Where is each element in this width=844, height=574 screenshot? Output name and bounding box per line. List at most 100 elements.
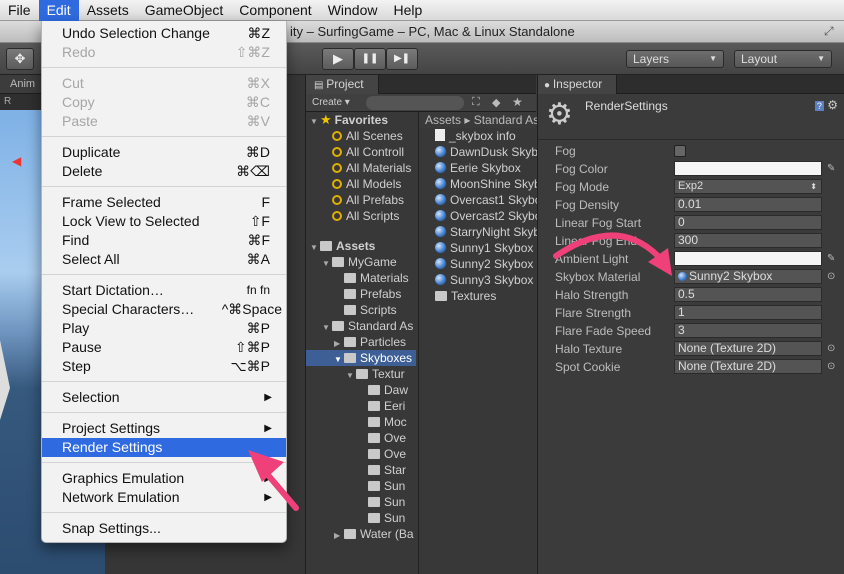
halo-strength-field[interactable]: 0.5: [674, 287, 822, 302]
menu-item-undo[interactable]: Undo Selection Change ⌘Z: [42, 24, 286, 43]
fog-density-field[interactable]: 0.01: [674, 197, 822, 212]
pause-button[interactable]: ❚❚: [354, 48, 386, 70]
scene-render-mode[interactable]: R: [4, 96, 11, 107]
filter-icon[interactable]: ⛶: [472, 96, 480, 109]
tab-project[interactable]: ▤ Project: [306, 75, 379, 94]
tree-folder[interactable]: Star: [306, 462, 416, 478]
tree-textures[interactable]: ▼ Textur: [306, 366, 416, 382]
tree-folder[interactable]: Daw: [306, 382, 416, 398]
menu-item-special-characters[interactable]: Special Characters… ^⌘Space: [42, 300, 286, 319]
layout-dropdown[interactable]: Layout ▼: [734, 50, 832, 68]
tree-folder[interactable]: Ove: [306, 430, 416, 446]
tree-particles[interactable]: ▶ Particles: [306, 334, 416, 350]
eyedropper-icon[interactable]: ✎: [827, 254, 837, 264]
list-item[interactable]: StarryNight Skyb: [419, 224, 537, 240]
tree-favorites[interactable]: ▼ ★ Favorites: [306, 112, 416, 128]
tree-folder[interactable]: Eeri: [306, 398, 416, 414]
menu-item-network-emulation[interactable]: Network Emulation ▶: [42, 488, 286, 507]
object-picker-icon[interactable]: ⊙: [827, 344, 837, 354]
list-item[interactable]: Sunny3 Skybox: [419, 272, 537, 288]
menu-item-lock-view[interactable]: Lock View to Selected ⇧F: [42, 212, 286, 231]
menu-item-delete[interactable]: Delete ⌘⌫: [42, 162, 286, 181]
linear-fog-end-field[interactable]: 300: [674, 233, 822, 248]
create-dropdown[interactable]: Create ▾: [312, 97, 350, 108]
inspector-panel: ● Inspector ⚙ RenderSettings ? ⚙ Fog Fog…: [537, 75, 844, 574]
eyedropper-icon[interactable]: ✎: [827, 164, 837, 174]
tab-inspector[interactable]: ● Inspector: [538, 75, 618, 94]
menu-component[interactable]: Component: [231, 0, 319, 21]
tree-fav-item[interactable]: All Scenes: [306, 128, 416, 144]
fullscreen-icon[interactable]: ⤢: [824, 24, 838, 38]
list-item[interactable]: Textures: [419, 288, 537, 304]
tree-folder[interactable]: Sun: [306, 510, 416, 526]
star-icon[interactable]: ★: [512, 95, 523, 109]
search-input[interactable]: [366, 96, 464, 110]
menu-window[interactable]: Window: [320, 0, 386, 21]
menu-item-find[interactable]: Find ⌘F: [42, 231, 286, 250]
step-button[interactable]: ▶❚: [386, 48, 418, 70]
tree-assets[interactable]: ▼ Assets: [306, 238, 416, 254]
menu-item-step[interactable]: Step ⌥⌘P: [42, 357, 286, 376]
fog-color-field[interactable]: [674, 161, 822, 176]
menu-help[interactable]: Help: [385, 0, 430, 21]
menu-item-select-all[interactable]: Select All ⌘A: [42, 250, 286, 269]
tree-folder[interactable]: Sun: [306, 494, 416, 510]
tree-folder[interactable]: Scripts: [306, 302, 416, 318]
tree-folder[interactable]: Materials: [306, 270, 416, 286]
tree-water[interactable]: ▶ Water (Ba: [306, 526, 416, 542]
list-item[interactable]: Sunny2 Skybox: [419, 256, 537, 272]
tree-mygame[interactable]: ▼ MyGame: [306, 254, 416, 270]
play-button[interactable]: ▶: [322, 48, 354, 70]
menu-gameobject[interactable]: GameObject: [137, 0, 232, 21]
halo-texture-field[interactable]: None (Texture 2D): [674, 341, 822, 356]
menu-item-play[interactable]: Play ⌘P: [42, 319, 286, 338]
tree-folder[interactable]: Ove: [306, 446, 416, 462]
list-item[interactable]: Sunny1 Skybox: [419, 240, 537, 256]
help-icon[interactable]: ?: [814, 101, 824, 111]
object-picker-icon[interactable]: ⊙: [827, 272, 837, 282]
label-icon[interactable]: ◆: [492, 96, 500, 109]
menu-item-frame-selected[interactable]: Frame Selected F: [42, 193, 286, 212]
menu-item-pause[interactable]: Pause ⇧⌘P: [42, 338, 286, 357]
menu-assets[interactable]: Assets: [79, 0, 137, 21]
skybox-material-field[interactable]: Sunny2 Skybox: [674, 269, 822, 284]
menu-item-start-dictation[interactable]: Start Dictation… fn fn: [42, 281, 286, 300]
flare-strength-field[interactable]: 1: [674, 305, 822, 320]
menu-item-graphics-emulation[interactable]: Graphics Emulation ▶: [42, 469, 286, 488]
menu-file[interactable]: File: [0, 0, 39, 21]
menu-item-selection[interactable]: Selection ▶: [42, 388, 286, 407]
list-item[interactable]: MoonShine Skyb: [419, 176, 537, 192]
tree-fav-item[interactable]: All Prefabs: [306, 192, 416, 208]
ambient-light-field[interactable]: [674, 251, 822, 266]
tree-folder[interactable]: Prefabs: [306, 286, 416, 302]
object-picker-icon[interactable]: ⊙: [827, 362, 837, 372]
fog-mode-dropdown[interactable]: Exp2 ⬍: [674, 179, 822, 194]
list-item[interactable]: Overcast2 Skybo: [419, 208, 537, 224]
list-item[interactable]: _skybox info: [419, 128, 537, 144]
tree-standard-assets[interactable]: ▼ Standard As: [306, 318, 416, 334]
spot-cookie-field[interactable]: None (Texture 2D): [674, 359, 822, 374]
transform-tool-icon[interactable]: ✥: [6, 48, 34, 70]
tree-folder[interactable]: Moc: [306, 414, 416, 430]
layers-dropdown[interactable]: Layers ▼: [626, 50, 724, 68]
tree-fav-item[interactable]: All Models: [306, 176, 416, 192]
list-item[interactable]: Overcast1 Skybo: [419, 192, 537, 208]
tree-fav-item[interactable]: All Materials: [306, 160, 416, 176]
linear-fog-start-field[interactable]: 0: [674, 215, 822, 230]
tree-fav-item[interactable]: All Controll: [306, 144, 416, 160]
tree-skyboxes[interactable]: ▼ Skyboxes: [306, 350, 416, 366]
menu-item-render-settings[interactable]: Render Settings: [42, 438, 286, 457]
tree-fav-item[interactable]: All Scripts: [306, 208, 416, 224]
menu-item-project-settings[interactable]: Project Settings ▶: [42, 419, 286, 438]
list-item[interactable]: Eerie Skybox: [419, 160, 537, 176]
fog-checkbox[interactable]: [674, 145, 686, 157]
tree-folder[interactable]: Sun: [306, 478, 416, 494]
menu-item-snap-settings[interactable]: Snap Settings...: [42, 519, 286, 538]
flare-fade-speed-field[interactable]: 3: [674, 323, 822, 338]
breadcrumb[interactable]: Assets ▸ Standard As: [419, 112, 537, 128]
menu-edit[interactable]: Edit: [38, 0, 79, 21]
settings-gear-icon[interactable]: ⚙: [827, 98, 838, 112]
list-item[interactable]: DawnDusk Skybo: [419, 144, 537, 160]
folder-icon: [332, 257, 344, 267]
menu-item-duplicate[interactable]: Duplicate ⌘D: [42, 143, 286, 162]
